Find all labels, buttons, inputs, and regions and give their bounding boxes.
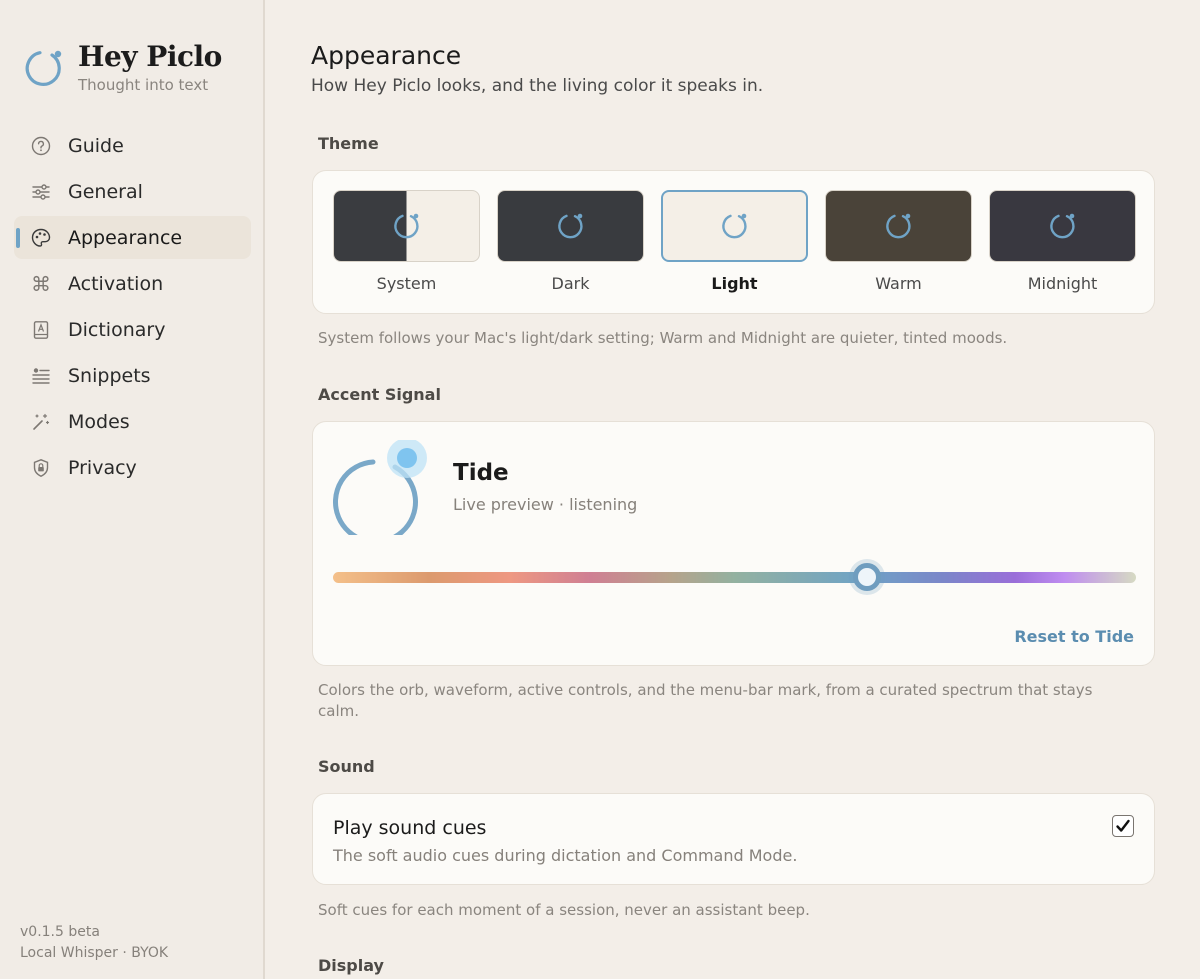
theme-option-light[interactable]: Light xyxy=(661,190,808,293)
piclo-logo-icon xyxy=(25,50,62,86)
sidebar-item-activation[interactable]: ⌘ Activation xyxy=(14,262,251,305)
sidebar-item-dictionary[interactable]: Dictionary xyxy=(14,308,251,351)
sidebar-item-label: Appearance xyxy=(68,226,183,249)
sidebar-item-label: Snippets xyxy=(68,364,151,387)
brand-subtitle: Thought into text xyxy=(78,76,209,94)
theme-label: Dark xyxy=(551,274,590,293)
sidebar-item-label: General xyxy=(68,180,143,203)
accent-preview-status: Live preview · listening xyxy=(453,495,638,514)
version-label: v0.1.5 beta xyxy=(20,924,100,940)
orb-mini-icon xyxy=(393,213,419,239)
theme-label: Light xyxy=(711,274,758,293)
sidebar-item-guide[interactable]: Guide xyxy=(14,124,251,167)
theme-option-midnight[interactable]: Midnight xyxy=(989,190,1136,293)
display-section-label: Display xyxy=(318,956,384,975)
theme-swatch xyxy=(497,190,644,262)
sound-cues-subtitle: The soft audio cues during dictation and… xyxy=(333,846,798,865)
theme-label: Warm xyxy=(875,274,922,293)
book-icon xyxy=(30,319,52,341)
page-subtitle: How Hey Piclo looks, and the living colo… xyxy=(311,76,764,96)
palette-icon xyxy=(30,227,52,249)
theme-swatch xyxy=(989,190,1136,262)
accent-orb-icon xyxy=(333,440,427,535)
theme-card: System Dark Light Warm Midnight xyxy=(312,170,1155,314)
sidebar-item-label: Activation xyxy=(68,272,164,295)
version-info: v0.1.5 beta Local Whisper · BYOK xyxy=(20,922,168,964)
theme-section-label: Theme xyxy=(318,134,379,153)
brand: Hey Piclo Thought into text xyxy=(24,40,222,94)
checkmark-icon xyxy=(1116,819,1130,832)
theme-help-text: System follows your Mac's light/dark set… xyxy=(318,329,1008,347)
sound-section-label: Sound xyxy=(318,757,375,776)
theme-swatch xyxy=(825,190,972,262)
sidebar: Hey Piclo Thought into text Guide Genera… xyxy=(0,0,265,979)
accent-card: Tide Live preview · listening Reset to T… xyxy=(312,421,1155,666)
slider-handle[interactable] xyxy=(852,563,881,591)
orb-mini-icon xyxy=(1049,213,1075,239)
theme-option-dark[interactable]: Dark xyxy=(497,190,644,293)
brand-title: Hey Piclo xyxy=(78,40,222,73)
orb-mini-icon xyxy=(557,213,583,239)
question-circle-icon xyxy=(30,135,52,157)
snippets-list-icon xyxy=(30,365,52,387)
theme-label: Midnight xyxy=(1027,274,1098,293)
orb-mini-icon xyxy=(885,213,911,239)
sidebar-item-snippets[interactable]: Snippets xyxy=(14,354,251,397)
accent-help-text: Colors the orb, waveform, active control… xyxy=(318,681,1093,720)
sidebar-item-label: Privacy xyxy=(68,456,137,479)
accent-spectrum-slider[interactable] xyxy=(333,563,1136,591)
theme-options: System Dark Light Warm Midnight xyxy=(333,190,1136,293)
theme-option-system[interactable]: System xyxy=(333,190,480,293)
theme-swatch xyxy=(333,190,480,262)
sliders-icon xyxy=(30,181,52,203)
sidebar-item-privacy[interactable]: Privacy xyxy=(14,446,251,489)
sidebar-item-label: Guide xyxy=(68,134,124,157)
accent-section-label: Accent Signal xyxy=(318,385,441,404)
command-key-icon: ⌘ xyxy=(31,271,51,296)
sidebar-item-label: Dictionary xyxy=(68,318,166,341)
sidebar-item-general[interactable]: General xyxy=(14,170,251,213)
sidebar-item-label: Modes xyxy=(68,410,130,433)
accent-name: Tide xyxy=(453,460,509,486)
reset-accent-button[interactable]: Reset to Tide xyxy=(1014,627,1134,646)
sound-cues-checkbox[interactable] xyxy=(1112,815,1134,837)
page-title: Appearance xyxy=(311,41,462,70)
theme-swatch xyxy=(661,190,808,262)
engine-label: Local Whisper · BYOK xyxy=(20,945,169,961)
theme-option-warm[interactable]: Warm xyxy=(825,190,972,293)
sidebar-item-modes[interactable]: Modes xyxy=(14,400,251,443)
orb-mini-icon xyxy=(721,213,747,239)
sidebar-item-appearance[interactable]: Appearance xyxy=(14,216,251,259)
lock-shield-icon xyxy=(30,457,52,479)
magic-wand-icon xyxy=(30,411,52,433)
sound-cues-title: Play sound cues xyxy=(333,817,487,839)
sound-card: Play sound cues The soft audio cues duri… xyxy=(312,793,1155,885)
sound-help-text: Soft cues for each moment of a session, … xyxy=(318,901,810,919)
theme-label: System xyxy=(376,274,437,293)
sidebar-nav: Guide General Appearance ⌘ Activation Di… xyxy=(14,124,251,492)
